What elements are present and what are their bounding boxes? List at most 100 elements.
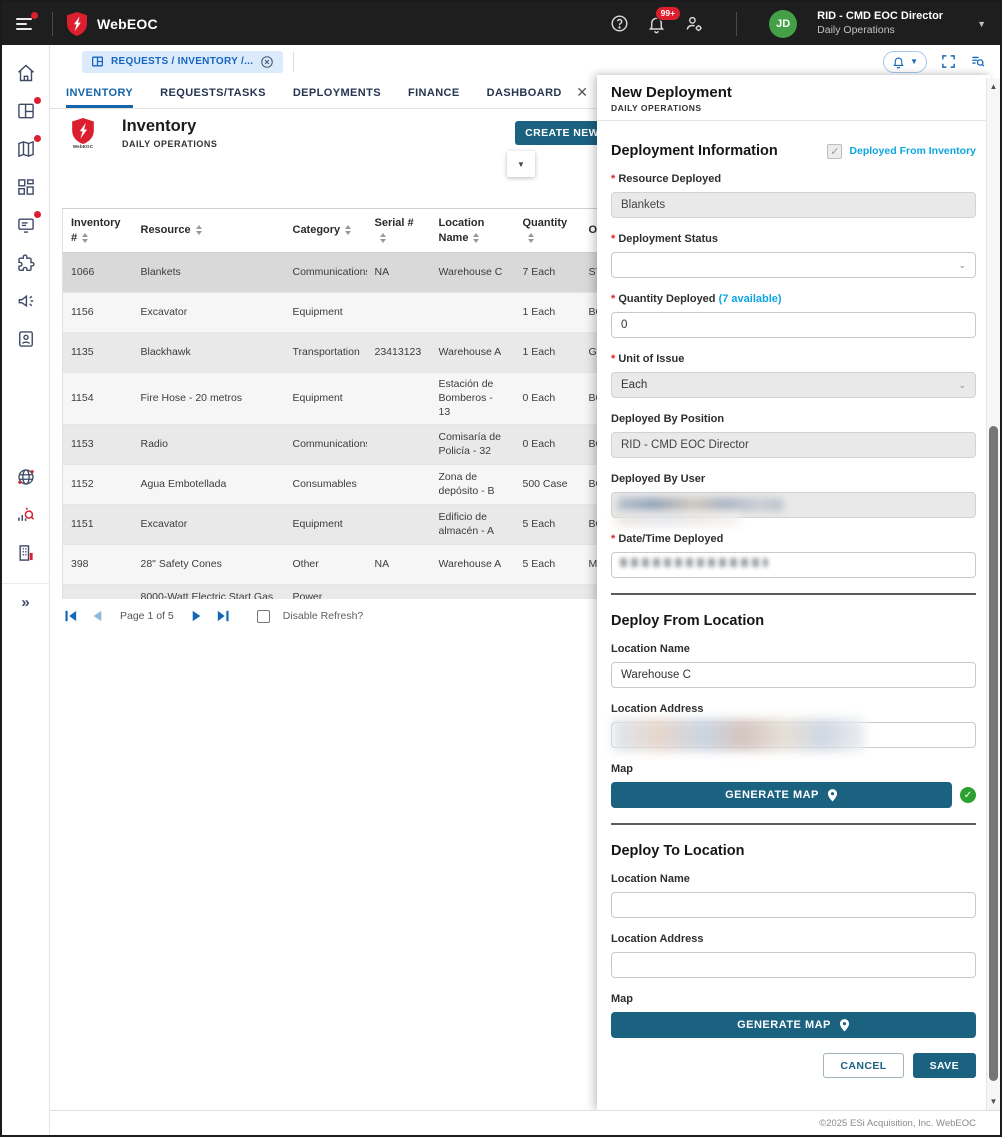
column-header[interactable]: Location Name xyxy=(431,209,515,253)
column-header[interactable]: Category xyxy=(285,209,367,253)
sort-icon[interactable] xyxy=(82,233,88,243)
deployed-by-user-input[interactable] xyxy=(611,492,976,518)
table-row[interactable]: 1135BlackhawkTransportation23413123Wareh… xyxy=(63,333,600,373)
field-from-location-name: Location Name xyxy=(611,643,976,688)
deployed-by-position-input[interactable] xyxy=(611,432,976,458)
board-search-icon[interactable] xyxy=(970,54,986,69)
view-options-caret-button[interactable]: ▼ xyxy=(507,151,535,177)
sidebar-item-organizations[interactable] xyxy=(14,541,38,565)
close-icon[interactable]: ✕ xyxy=(576,85,588,99)
sidebar-item-globe[interactable] xyxy=(14,465,38,489)
table-row[interactable]: 1154Fire Hose - 20 metrosEquipmentEstaci… xyxy=(63,373,600,425)
first-page-icon[interactable] xyxy=(64,610,78,622)
column-header[interactable]: Quantity xyxy=(515,209,581,253)
main-menu-icon[interactable] xyxy=(16,15,38,33)
avatar[interactable]: JD xyxy=(769,10,797,38)
user-settings-icon[interactable] xyxy=(684,14,704,33)
disable-refresh-label: Disable Refresh? xyxy=(283,610,364,622)
sidebar-item-search-analytics[interactable] xyxy=(14,503,38,527)
page-scrollbar[interactable]: ▲ ▼ xyxy=(986,78,1000,1110)
board-tab[interactable]: REQUESTS / INVENTORY /... xyxy=(82,51,283,73)
table-cell: Fire Hose - 20 metros xyxy=(133,373,285,425)
sidebar-item-maps[interactable] xyxy=(14,137,38,161)
deployment-status-select[interactable]: ⌄ xyxy=(611,252,976,278)
sort-icon[interactable] xyxy=(473,233,479,243)
datetime-deployed-input[interactable] xyxy=(611,552,976,578)
save-button[interactable]: SAVE xyxy=(913,1053,976,1078)
help-icon[interactable] xyxy=(610,14,629,33)
sort-icon[interactable] xyxy=(380,233,386,243)
notifications-bell-icon[interactable]: 99+ xyxy=(647,14,666,34)
deployed-by-user-label: Deployed By User xyxy=(611,473,976,485)
tab-inventory[interactable]: INVENTORY xyxy=(66,78,133,108)
close-circle-icon[interactable] xyxy=(260,55,274,69)
quantity-available-hint: (7 available) xyxy=(719,293,782,305)
prev-page-icon[interactable] xyxy=(91,610,103,622)
last-page-icon[interactable] xyxy=(216,610,230,622)
quantity-deployed-input[interactable] xyxy=(611,312,976,338)
unit-of-issue-select[interactable]: Each ⌄ xyxy=(611,372,976,398)
table-row[interactable]: 1152Agua EmbotelladaConsumablesZona de d… xyxy=(63,464,600,504)
scrollbar-thumb[interactable] xyxy=(989,426,998,1081)
tab-finance[interactable]: FINANCE xyxy=(408,78,460,108)
create-new-button[interactable]: CREATE NEW + xyxy=(515,121,599,145)
to-location-address-input[interactable] xyxy=(611,952,976,978)
sidebar-expand-icon[interactable]: » xyxy=(2,583,49,611)
from-location-address-input[interactable] xyxy=(611,722,976,748)
next-page-icon[interactable] xyxy=(191,610,203,622)
scroll-down-arrow-icon[interactable]: ▼ xyxy=(987,1097,1000,1106)
disable-refresh-checkbox[interactable] xyxy=(257,610,270,623)
table-row[interactable]: 1156ExcavatorEquipment1 EachBCM xyxy=(63,293,600,333)
top-bar: WebEOC 99+ JD RID - CMD EOC Director Dai… xyxy=(2,2,1000,45)
to-location-name-input[interactable] xyxy=(611,892,976,918)
cancel-button[interactable]: CANCEL xyxy=(823,1053,903,1078)
deployed-by-position-label: Deployed By Position xyxy=(611,413,976,425)
scroll-up-arrow-icon[interactable]: ▲ xyxy=(987,82,1000,91)
table-row[interactable]: 1153RadioCommunicationsComisaría de Poli… xyxy=(63,424,600,464)
map-pin-icon xyxy=(839,1019,850,1032)
inventory-board: INVENTORY REQUESTS/TASKS DEPLOYMENTS FIN… xyxy=(50,78,599,1110)
subscriptions-bell-icon[interactable]: ▼ xyxy=(883,51,927,73)
from-location-address-label: Location Address xyxy=(611,703,976,715)
deployed-from-inventory-checkbox[interactable]: ✓ xyxy=(827,144,842,159)
user-incident: Daily Operations xyxy=(817,24,943,37)
sidebar-item-home[interactable] xyxy=(14,61,38,85)
table-header-row: Inventory #ResourceCategorySerial #Locat… xyxy=(63,209,600,253)
from-location-name-input[interactable] xyxy=(611,662,976,688)
column-header[interactable]: Inventory # xyxy=(63,209,133,253)
field-resource-deployed: Resource Deployed xyxy=(611,173,976,218)
table-cell: Warehouse A xyxy=(431,544,515,584)
user-identity[interactable]: RID - CMD EOC Director Daily Operations xyxy=(817,10,943,37)
table-row[interactable]: 1151ExcavatorEquipmentEdificio de almacé… xyxy=(63,504,600,544)
section-heading-deploy-from: Deploy From Location xyxy=(611,613,976,629)
tab-requests-tasks[interactable]: REQUESTS/TASKS xyxy=(160,78,266,108)
sort-icon[interactable] xyxy=(196,225,202,235)
messages-badge-dot xyxy=(34,211,41,218)
sort-icon[interactable] xyxy=(345,225,351,235)
sort-icon[interactable] xyxy=(528,233,534,243)
resource-deployed-input[interactable] xyxy=(611,192,976,218)
sidebar-item-announcements[interactable] xyxy=(14,289,38,313)
sidebar-item-messages[interactable] xyxy=(14,213,38,237)
generate-map-from-button[interactable]: GENERATE MAP xyxy=(611,782,952,808)
from-map-label: Map xyxy=(611,763,976,775)
column-header[interactable]: Resource xyxy=(133,209,285,253)
sidebar-item-contacts[interactable] xyxy=(14,327,38,351)
fullscreen-icon[interactable] xyxy=(941,54,956,69)
tab-dashboard[interactable]: DASHBOARD xyxy=(487,78,562,108)
sidebar-item-boards[interactable] xyxy=(14,99,38,123)
app-title: WebEOC xyxy=(97,16,158,32)
footer: ©2025 ESi Acquisition, Inc. WebEOC xyxy=(50,1110,1000,1135)
to-location-name-label: Location Name xyxy=(611,873,976,885)
table-cell: 1156 xyxy=(63,293,133,333)
column-header[interactable]: Serial # xyxy=(367,209,431,253)
user-menu-caret-icon[interactable]: ▼ xyxy=(977,19,986,29)
table-row[interactable]: 39828" Safety ConesOtherNAWarehouse A5 E… xyxy=(63,544,600,584)
table-row[interactable]: 1066BlanketsCommunicationsNAWarehouse C7… xyxy=(63,253,600,293)
tab-deployments[interactable]: DEPLOYMENTS xyxy=(293,78,381,108)
generate-map-to-button[interactable]: GENERATE MAP xyxy=(611,1012,976,1038)
sidebar-item-plugins[interactable] xyxy=(14,251,38,275)
brand[interactable]: WebEOC xyxy=(67,12,158,36)
sidebar-item-apps[interactable] xyxy=(14,175,38,199)
user-position: RID - CMD EOC Director xyxy=(817,10,943,24)
